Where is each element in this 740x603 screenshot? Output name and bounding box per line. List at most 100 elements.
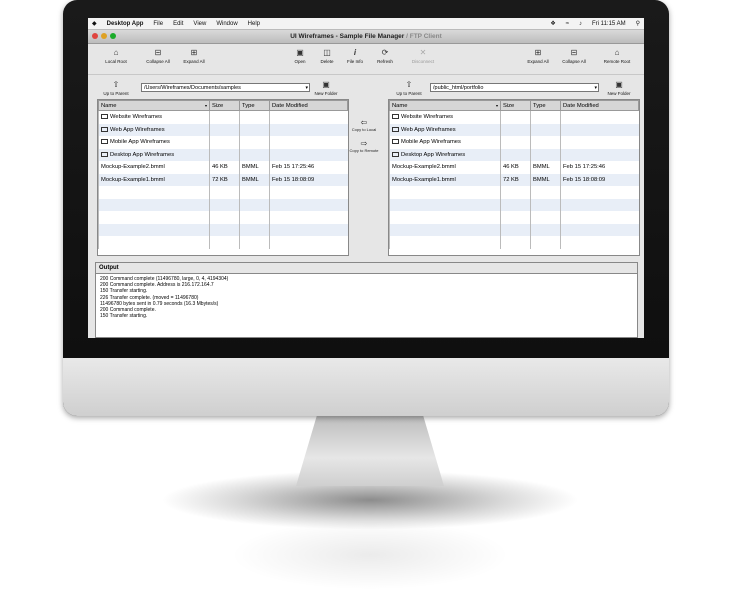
table-row[interactable]: Mobile App Wireframes bbox=[98, 136, 348, 149]
table-row[interactable] bbox=[98, 223, 348, 236]
collapse-all-remote-button[interactable]: ⊟ Collapse All bbox=[554, 47, 594, 64]
new-folder-icon: ▣ bbox=[615, 80, 623, 89]
cell-name: Desktop App Wireframes bbox=[98, 148, 210, 161]
remote-file-list[interactable]: Name ▾ Size Type Date Modified Website Wi… bbox=[388, 99, 640, 256]
cell-name bbox=[389, 198, 501, 211]
cell-type bbox=[239, 223, 270, 236]
table-row[interactable]: Mockup-Example1.bmml 72 KB BMML Feb 15 18:0… bbox=[98, 173, 348, 186]
local-new-folder-button[interactable]: ▣ New Folder bbox=[311, 79, 341, 96]
refresh-button[interactable]: ⟳ Refresh bbox=[365, 47, 405, 64]
table-row[interactable] bbox=[389, 236, 639, 249]
cell-type bbox=[239, 198, 270, 211]
table-row[interactable]: Website Wireframes bbox=[98, 110, 348, 124]
log-line: 150 Transfer starting. bbox=[100, 313, 148, 320]
table-row[interactable]: Web App Wireframes bbox=[389, 123, 639, 136]
col-size[interactable]: Size bbox=[209, 100, 240, 111]
folder-icon bbox=[101, 139, 108, 145]
cell-type bbox=[239, 236, 270, 249]
cell-date bbox=[269, 236, 348, 249]
up-arrow-icon: ⇧ bbox=[112, 80, 120, 89]
cell-name bbox=[98, 186, 210, 199]
menu-window[interactable]: Window bbox=[216, 21, 237, 27]
window-titlebar[interactable]: UI Wireframes - Sample File Manager / FT… bbox=[88, 30, 644, 44]
close-window-button[interactable] bbox=[92, 33, 98, 39]
menu-help[interactable]: Help bbox=[248, 21, 260, 27]
cell-size bbox=[209, 198, 240, 211]
table-row[interactable]: Website Wireframes bbox=[389, 110, 639, 124]
apple-menu-icon[interactable]: ◆ bbox=[92, 20, 97, 27]
col-type[interactable]: Type bbox=[239, 100, 270, 111]
table-row[interactable]: Desktop App Wireframes bbox=[389, 148, 639, 161]
remote-new-folder-button[interactable]: ▣ New Folder bbox=[604, 79, 634, 96]
cell-name bbox=[98, 223, 210, 236]
folder-icon bbox=[392, 151, 399, 157]
table-row[interactable] bbox=[389, 223, 639, 236]
table-row[interactable]: Mockup-Example2.bmml 46 KB BMML Feb 15 17:2… bbox=[389, 161, 639, 174]
chevron-down-icon[interactable]: ▾ bbox=[305, 84, 308, 93]
remote-up-button[interactable]: ⇧ Up to Parent bbox=[394, 79, 424, 96]
wifi-icon[interactable]: ≈ bbox=[566, 21, 569, 27]
copy-to-remote-button[interactable]: ⇨ Copy to Remote bbox=[346, 139, 382, 153]
menu-edit[interactable]: Edit bbox=[173, 21, 183, 27]
cell-type bbox=[530, 136, 561, 149]
expand-icon: ⊞ bbox=[190, 48, 198, 57]
expand-all-button[interactable]: ⊞ Expand All bbox=[174, 47, 214, 64]
table-row[interactable] bbox=[98, 198, 348, 211]
local-file-list[interactable]: Name ▾ Size Type Date Modified Website Wi… bbox=[97, 99, 349, 256]
col-date[interactable]: Date Modified bbox=[269, 100, 348, 111]
cell-type bbox=[530, 223, 561, 236]
clock[interactable]: Fri 11:15 AM bbox=[592, 21, 626, 27]
monitor-chin bbox=[63, 358, 669, 416]
chevron-down-icon[interactable]: ▾ bbox=[594, 84, 597, 93]
menu-view[interactable]: View bbox=[193, 21, 206, 27]
cell-type bbox=[239, 136, 270, 149]
new-folder-icon: ▣ bbox=[322, 80, 330, 89]
table-row[interactable] bbox=[98, 236, 348, 249]
collapse-all-button[interactable]: ⊟ Collapse All bbox=[138, 47, 178, 64]
cell-date: Feb 15 18:08:09 bbox=[560, 173, 639, 186]
zoom-window-button[interactable] bbox=[110, 33, 116, 39]
cell-name bbox=[389, 186, 501, 199]
disconnect-button[interactable]: ✕ Disconnect bbox=[403, 47, 443, 64]
col-type[interactable]: Type bbox=[530, 100, 561, 111]
local-root-button[interactable]: ⌂ Local Root bbox=[96, 47, 136, 64]
col-date[interactable]: Date Modified bbox=[560, 100, 639, 111]
table-row[interactable]: Web App Wireframes bbox=[98, 123, 348, 136]
menu-file[interactable]: File bbox=[153, 21, 163, 27]
col-name[interactable]: Name ▾ bbox=[98, 100, 210, 111]
cell-date bbox=[560, 123, 639, 136]
minimize-window-button[interactable] bbox=[101, 33, 107, 39]
col-name[interactable]: Name ▾ bbox=[389, 100, 501, 111]
table-row[interactable]: Desktop App Wireframes bbox=[98, 148, 348, 161]
cell-type: BMML bbox=[239, 161, 270, 174]
app-menu[interactable]: Desktop App bbox=[107, 21, 144, 27]
cell-date bbox=[269, 123, 348, 136]
table-row[interactable] bbox=[389, 186, 639, 199]
cell-name: Web App Wireframes bbox=[389, 123, 501, 136]
local-up-button[interactable]: ⇧ Up to Parent bbox=[101, 79, 131, 96]
remote-path-field[interactable]: /public_html/portfolio ▾ bbox=[430, 83, 599, 92]
table-row[interactable] bbox=[98, 186, 348, 199]
cell-size bbox=[500, 236, 531, 249]
local-path-field[interactable]: /Users/Wireframes/Documents/samples ▾ bbox=[141, 83, 310, 92]
table-row[interactable] bbox=[98, 211, 348, 224]
output-log[interactable]: 200 Command complete (11496780, large, 0… bbox=[96, 274, 637, 321]
copy-to-local-button[interactable]: ⇦ Copy to Local bbox=[346, 118, 382, 132]
expand-all-remote-button[interactable]: ⊞ Expand All bbox=[518, 47, 558, 64]
col-size[interactable]: Size bbox=[500, 100, 531, 111]
cell-date bbox=[269, 136, 348, 149]
table-row[interactable]: Mobile App Wireframes bbox=[389, 136, 639, 149]
table-row[interactable] bbox=[389, 211, 639, 224]
table-row[interactable]: Mockup-Example1.bmml 72 KB BMML Feb 15 18:0… bbox=[389, 173, 639, 186]
cell-date bbox=[560, 236, 639, 249]
up-arrow-icon: ⇧ bbox=[405, 80, 413, 89]
sort-arrow-icon: ▾ bbox=[495, 102, 498, 108]
table-row[interactable] bbox=[389, 198, 639, 211]
bluetooth-icon[interactable]: ❖ bbox=[550, 20, 555, 27]
cell-size: 72 KB bbox=[209, 173, 240, 186]
remote-root-button[interactable]: ⌂ Remote Root bbox=[597, 47, 637, 64]
table-row[interactable]: Mockup-Example2.bmml 46 KB BMML Feb 15 17:2… bbox=[98, 161, 348, 174]
search-icon[interactable]: ⚲ bbox=[636, 20, 640, 27]
cell-type bbox=[239, 211, 270, 224]
volume-icon[interactable]: ♪ bbox=[579, 21, 582, 27]
